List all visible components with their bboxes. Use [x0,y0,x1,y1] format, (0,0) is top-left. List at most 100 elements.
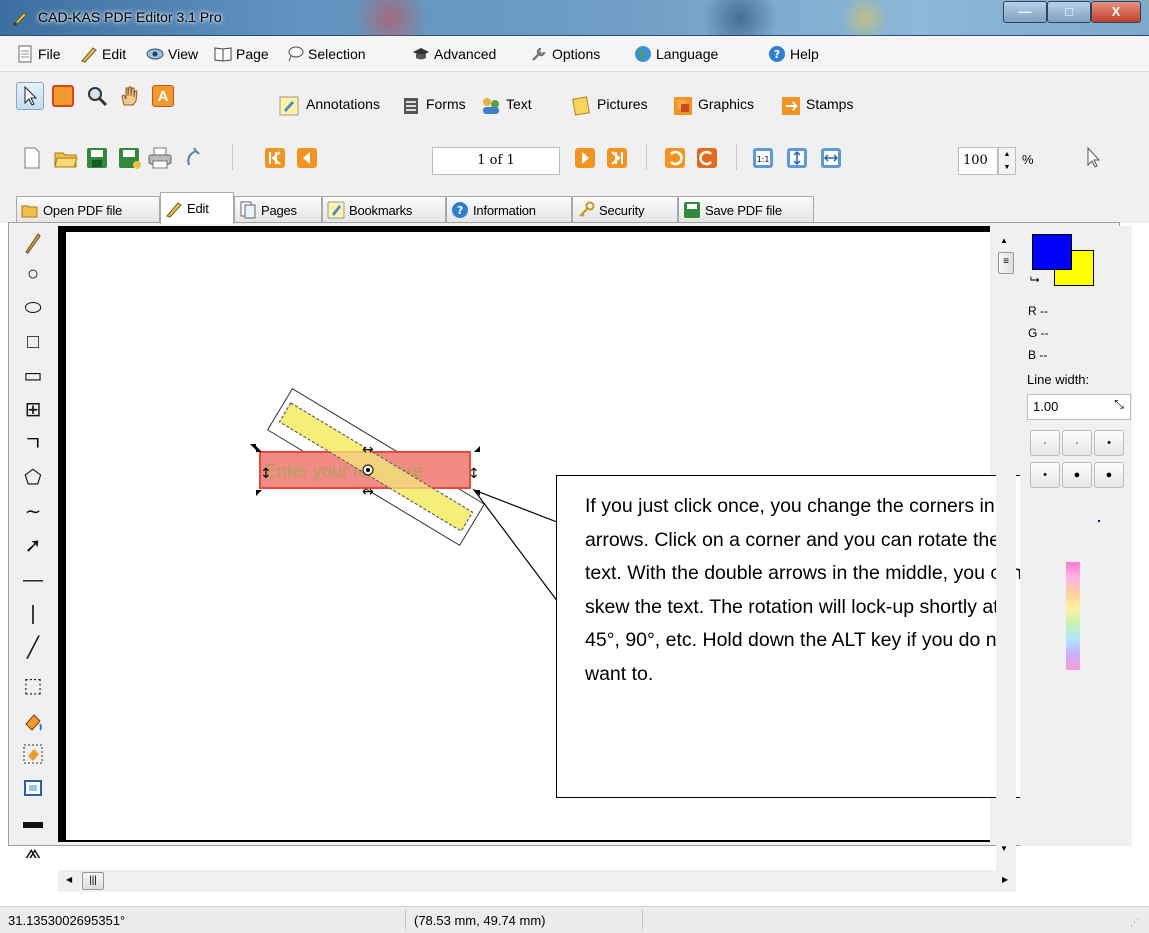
scroll-up-icon[interactable]: ▲ [1000,236,1008,245]
scroll-right-icon[interactable]: ▶ [1002,875,1008,884]
zoom-tool-button[interactable] [86,85,108,107]
text-label[interactable]: Text [506,96,532,112]
curve-tool-icon[interactable]: ∼ [22,500,44,524]
menu-edit[interactable]: Edit [80,45,126,63]
last-page-icon[interactable] [606,147,628,169]
brush-tool-icon[interactable] [22,230,44,254]
zoom-spinner[interactable]: ▲ ▼ [998,147,1016,175]
open-folder-icon[interactable] [54,147,78,169]
tab-security[interactable]: Security [572,196,678,223]
menu-page-label: Page [236,46,269,62]
stamps-label[interactable]: Stamps [806,96,853,112]
rotate-right-icon[interactable] [696,147,718,169]
text-tool-button[interactable]: A [152,85,174,107]
menu-page[interactable]: Page [214,45,269,63]
magnifier-icon [88,87,108,107]
vertical-scroll-thumb[interactable]: ≡ [998,252,1014,274]
tab-edit[interactable]: Edit [160,192,234,224]
menu-view[interactable]: View [146,45,198,63]
line-width-spinner-icon[interactable]: ⤡ [1110,397,1128,417]
new-file-icon[interactable] [22,147,42,169]
select-tool-button[interactable] [16,82,44,110]
dot-size-3-button[interactable]: • [1094,430,1124,456]
minimize-button[interactable]: — [1003,1,1047,23]
swap-colors-icon[interactable]: ⮡ [1030,272,1040,287]
horizontal-scroll-thumb[interactable]: ||| [82,872,104,890]
menu-file[interactable]: File [16,45,61,63]
rounded-rect-tool-icon[interactable]: ▭ [22,364,44,388]
tab-information[interactable]: ? Information [446,196,572,223]
select-area-tool-icon[interactable]: ⬚ [22,674,44,698]
menu-help-label: Help [790,46,819,62]
menu-file-label: File [38,46,61,62]
horizontal-scrollbar[interactable]: ◀ ||| ▶ [58,870,1016,892]
save-icon[interactable] [86,147,108,169]
file-icon [18,45,32,63]
diagonal-line-tool-icon[interactable]: ╱ [22,636,44,660]
pointer-icon[interactable] [1082,146,1102,170]
dot-size-1-button[interactable]: · [1030,430,1060,456]
tab-pages[interactable]: Pages [234,196,322,223]
bookmark-icon [327,201,345,219]
tab-open-pdf[interactable]: Open PDF file [16,196,160,223]
graphics-label[interactable]: Graphics [698,96,754,112]
menu-selection[interactable]: Selection [286,45,366,63]
pictures-icon [572,96,590,116]
scroll-left-icon[interactable]: ◀ [66,875,72,884]
key-icon [579,201,595,217]
thick-line-tool-icon[interactable]: ▬ [22,810,44,834]
dot-size-2-button[interactable]: · [1062,430,1092,456]
circle-tool-icon[interactable]: ○ [22,262,44,286]
app-icon [13,12,27,26]
polyline-tool-icon[interactable]: ㄱ [22,432,44,456]
scroll-down-icon[interactable]: ▼ [1000,844,1008,853]
fill-area-tool-icon[interactable] [22,742,44,766]
arrow-tool-icon[interactable]: ➚ [22,534,44,558]
lasso-icon [288,46,304,62]
marquee-tool-button[interactable] [52,85,74,107]
selection-handles[interactable]: ↕ ↕ ↔ ↔ [248,440,488,502]
fit-height-icon[interactable] [786,147,808,169]
rectangle-tool-icon[interactable]: □ [22,330,44,354]
forms-label[interactable]: Forms [426,96,466,112]
toolbar-tools: A Annotations Forms Text Pictures Graphi… [0,72,1149,124]
chevron-tool-icon[interactable]: ⩕ [22,840,44,864]
tab-save-pdf[interactable]: Save PDF file [678,196,814,223]
print-icon[interactable] [148,147,172,169]
prev-page-icon[interactable] [296,147,318,169]
horizontal-line-tool-icon[interactable]: — [22,568,44,592]
dot-size-5-button[interactable]: ● [1062,462,1092,488]
rotate-left-icon[interactable] [664,147,686,169]
dot-size-4-button[interactable]: • [1030,462,1060,488]
ellipse-tool-icon[interactable]: ⬭ [22,296,44,320]
pictures-label[interactable]: Pictures [597,96,648,112]
menu-language[interactable]: Language [634,45,718,63]
hand-tool-button[interactable] [118,85,140,107]
polygon-tool-icon[interactable]: ⬠ [22,466,44,490]
foreground-color-swatch[interactable] [1032,234,1072,270]
status-separator [642,910,643,930]
menu-advanced[interactable]: Advanced [412,45,496,63]
undo-draw-icon[interactable] [184,147,206,169]
save-as-icon[interactable] [118,147,142,169]
close-button[interactable]: X [1091,1,1141,23]
fill-tool-icon[interactable] [22,710,44,734]
crop-tool-icon[interactable] [22,776,44,800]
color-spectrum[interactable] [1066,562,1080,670]
tab-bookmarks[interactable]: Bookmarks [322,196,446,223]
resize-grip-icon[interactable]: ⋰ [1130,917,1139,928]
fit-width-icon[interactable] [820,147,842,169]
menu-help[interactable]: ? Help [768,45,819,63]
dot-size-6-button[interactable]: ● [1094,462,1124,488]
first-page-icon[interactable] [264,147,286,169]
actual-size-icon[interactable]: 1:1 [752,147,774,169]
page-number-input[interactable]: 1 of 1 [432,147,560,175]
maximize-button[interactable]: □ [1047,1,1091,23]
next-page-icon[interactable] [574,147,596,169]
annotations-label[interactable]: Annotations [306,96,380,112]
table-tool-icon[interactable]: ⊞ [22,398,44,422]
zoom-input[interactable]: 100 [958,147,998,175]
menu-options[interactable]: Options [530,45,600,63]
vertical-line-tool-icon[interactable]: | [22,602,44,626]
vertical-scrollbar[interactable]: ▲ ≡ ▼ [996,228,1016,870]
